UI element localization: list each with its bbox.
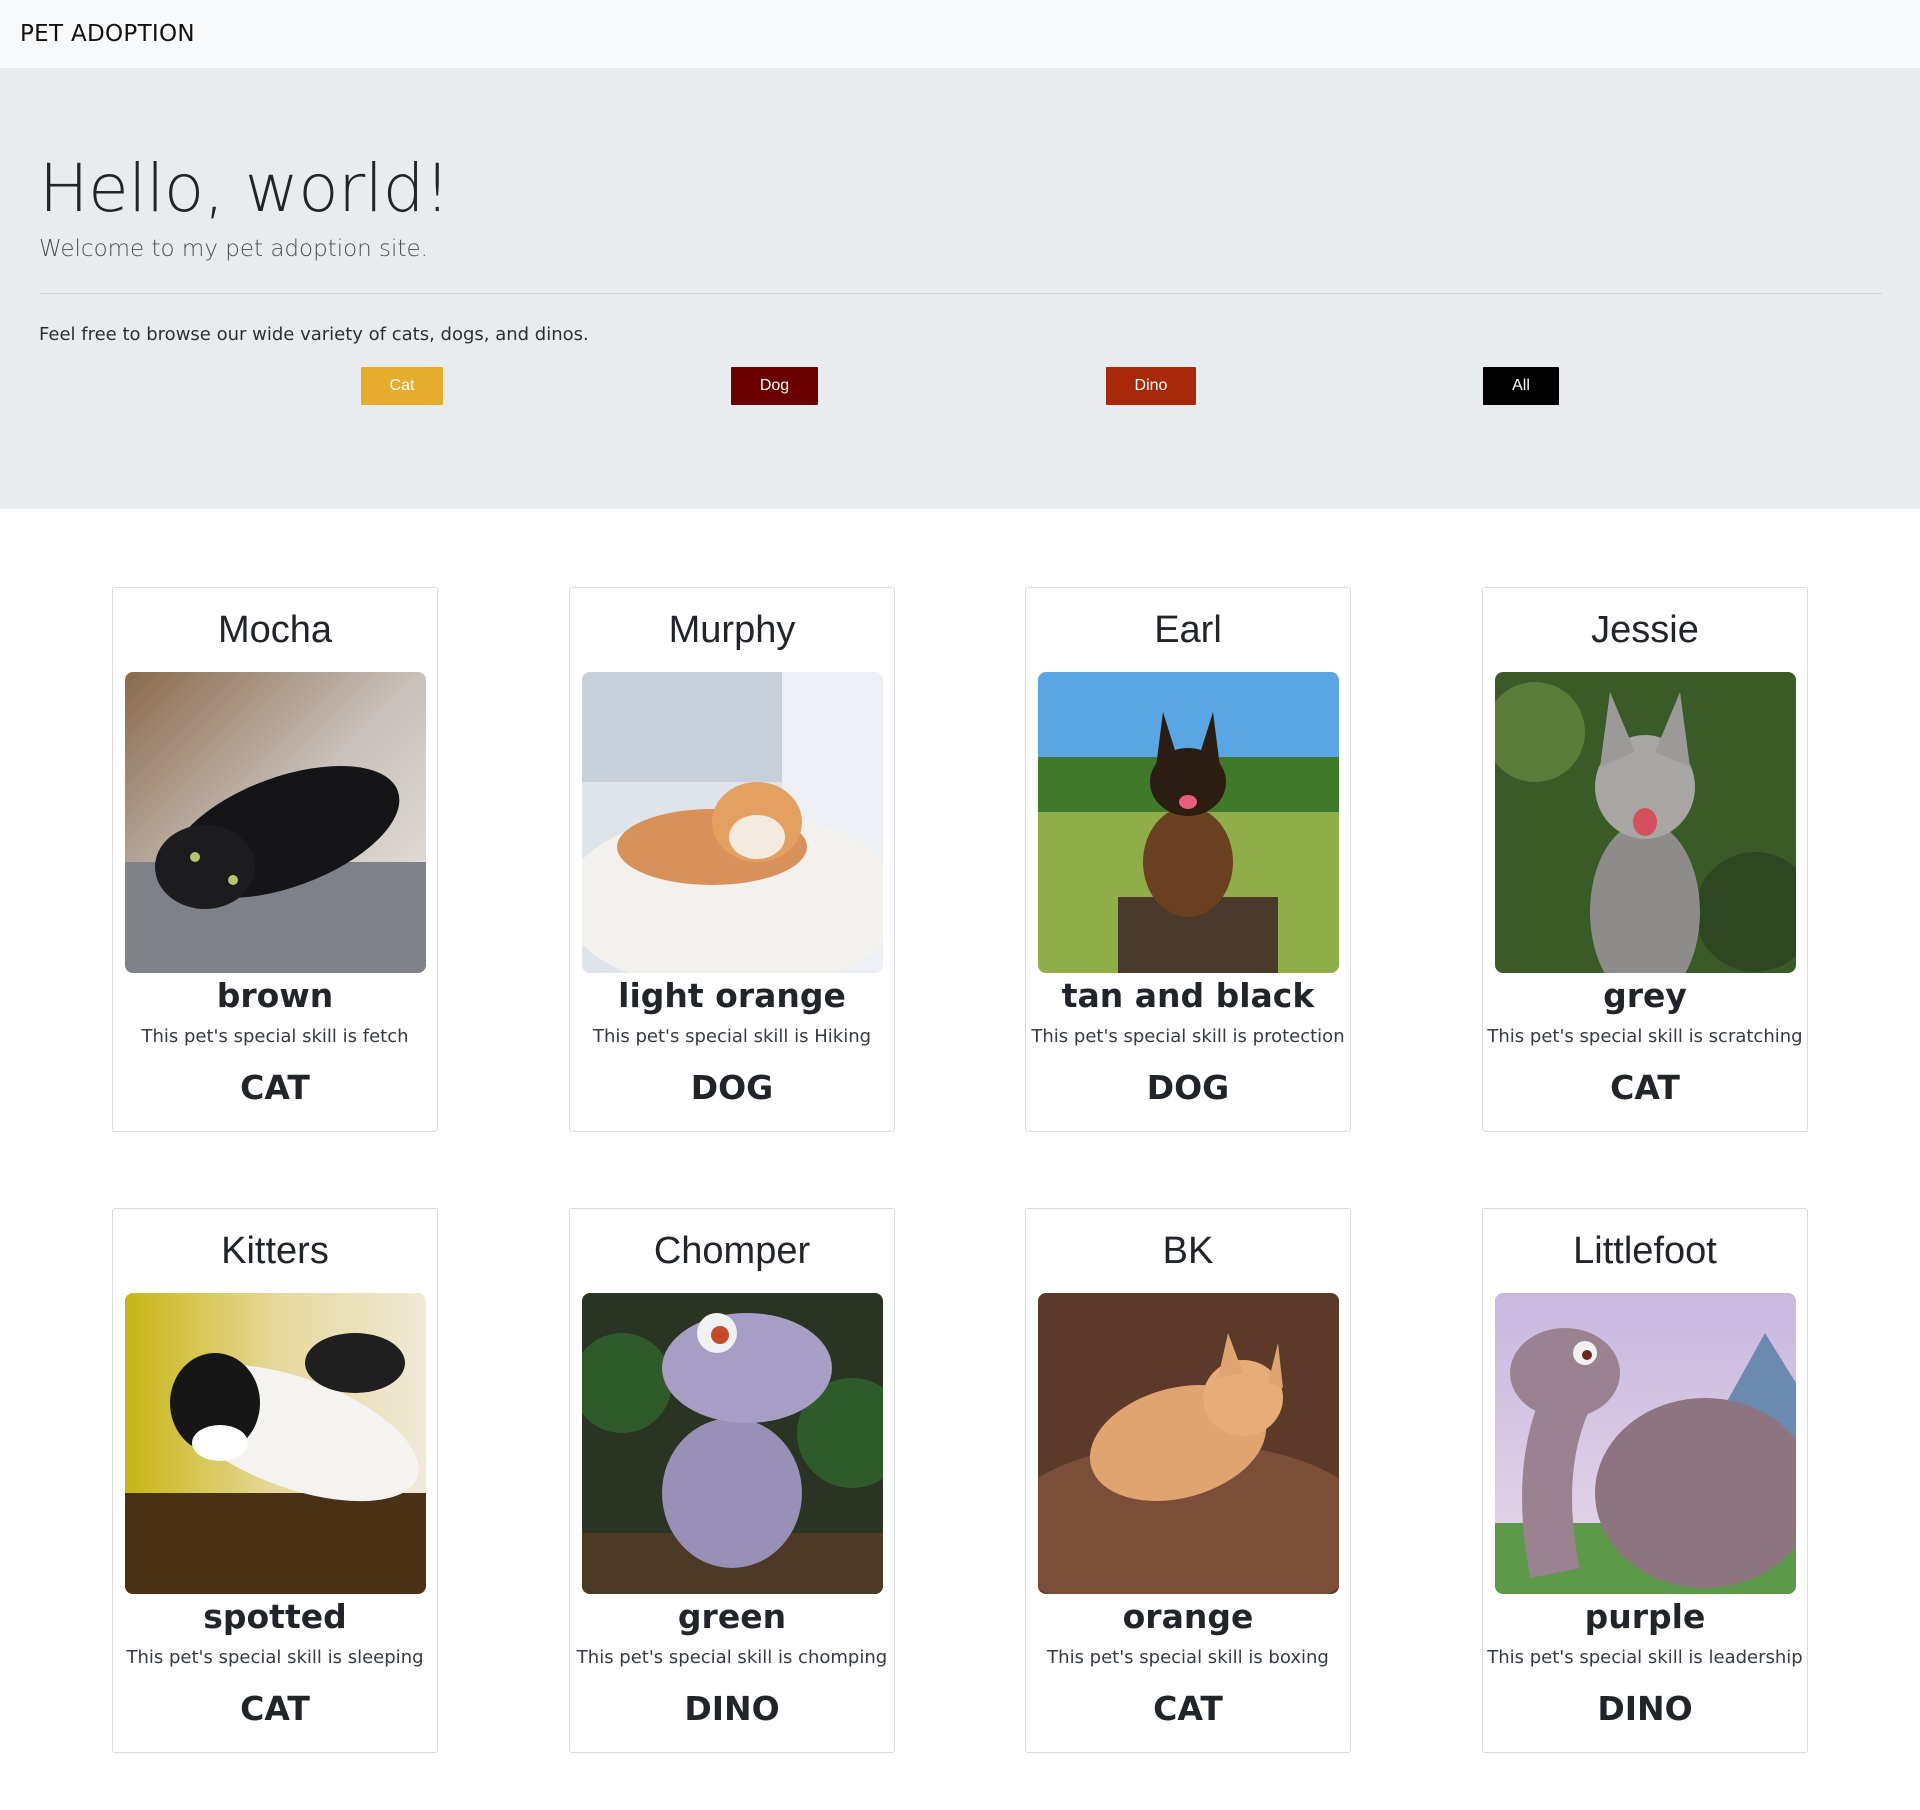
browse-text: Feel free to browse our wide variety of …	[39, 323, 589, 345]
hero-jumbotron: Hello, world! Welcome to my pet adoption…	[0, 68, 1920, 509]
pet-type: DOG	[1146, 1068, 1230, 1107]
filter-all-button[interactable]: All	[1483, 366, 1559, 405]
pet-name: Mocha	[217, 609, 333, 651]
pet-skill: This pet's special skill is protection	[1031, 1026, 1345, 1047]
pet-type: DINO	[684, 1689, 780, 1728]
pet-card[interactable]: Mocha brown This pet's special skill is …	[112, 587, 438, 1132]
pet-card[interactable]: Chomper green This pet's special skill i…	[569, 1208, 895, 1753]
pet-color: tan and black	[1061, 976, 1315, 1015]
pet-photo-grey-tabby-cat	[1495, 672, 1796, 973]
hero-lead: Welcome to my pet adoption site.	[39, 235, 428, 262]
pet-type: CAT	[1610, 1068, 1680, 1107]
pet-skill: This pet's special skill is fetch	[141, 1026, 409, 1047]
filter-dino-button[interactable]: Dino	[1106, 366, 1196, 405]
pet-type: DOG	[690, 1068, 774, 1107]
pet-type: CAT	[240, 1689, 310, 1728]
pet-skill: This pet's special skill is chomping	[576, 1647, 888, 1668]
pet-card[interactable]: Jessie grey This pet's special skill is …	[1482, 587, 1808, 1132]
pet-skill: This pet's special skill is sleeping	[126, 1647, 424, 1668]
pet-name: Kitters	[221, 1230, 329, 1272]
filter-cat-button[interactable]: Cat	[361, 366, 443, 405]
navbar: PET ADOPTION	[0, 0, 1920, 68]
pet-card[interactable]: BK orange This pet's special skill is bo…	[1025, 1208, 1351, 1753]
pet-skill: This pet's special skill is scratching	[1487, 1026, 1803, 1047]
pet-type: DINO	[1597, 1689, 1693, 1728]
pet-photo-cartoon-dinosaur-chomper	[582, 1293, 883, 1594]
pet-name: Littlefoot	[1573, 1230, 1717, 1272]
pet-skill: This pet's special skill is Hiking	[592, 1026, 872, 1047]
pet-color: orange	[1122, 1597, 1254, 1636]
pet-card[interactable]: Kitters spotted This pet's special skill…	[112, 1208, 438, 1753]
divider	[39, 292, 1882, 294]
pet-color: spotted	[203, 1597, 347, 1636]
pet-photo-german-shepherd-puppy	[1038, 672, 1339, 973]
pet-type: CAT	[240, 1068, 310, 1107]
navbar-brand[interactable]: PET ADOPTION	[20, 21, 195, 47]
pet-name: Chomper	[653, 1230, 811, 1272]
pet-color: light orange	[618, 976, 846, 1015]
pet-color: grey	[1603, 976, 1687, 1015]
filter-dog-button[interactable]: Dog	[731, 366, 818, 405]
pet-skill: This pet's special skill is boxing	[1047, 1647, 1329, 1668]
filter-button-row: Cat Dog Dino All	[39, 345, 1881, 405]
pet-photo-cartoon-dinosaur-littlefoot	[1495, 1293, 1796, 1594]
pet-card[interactable]: Earl tan and black This pet's special sk…	[1025, 587, 1351, 1132]
pet-color: brown	[216, 976, 334, 1015]
pet-photo-black-cat	[125, 672, 426, 973]
pet-card[interactable]: Murphy light orange This pet's special s…	[569, 587, 895, 1132]
pet-photo-shiba-dog	[582, 672, 883, 973]
pet-photo-black-white-cat	[125, 1293, 426, 1594]
pet-color: green	[677, 1597, 787, 1636]
pet-name: Jessie	[1591, 609, 1699, 651]
hero-title: Hello, world!	[39, 150, 450, 227]
pet-name: Murphy	[668, 609, 796, 651]
pet-type: CAT	[1153, 1689, 1223, 1728]
pet-color: purple	[1584, 1597, 1706, 1636]
pet-name: Earl	[1154, 609, 1222, 651]
pet-photo-orange-kitten	[1038, 1293, 1339, 1594]
pet-name: BK	[1162, 1230, 1214, 1272]
pet-skill: This pet's special skill is leadership	[1487, 1647, 1803, 1668]
pet-card[interactable]: Littlefoot purple This pet's special ski…	[1482, 1208, 1808, 1753]
